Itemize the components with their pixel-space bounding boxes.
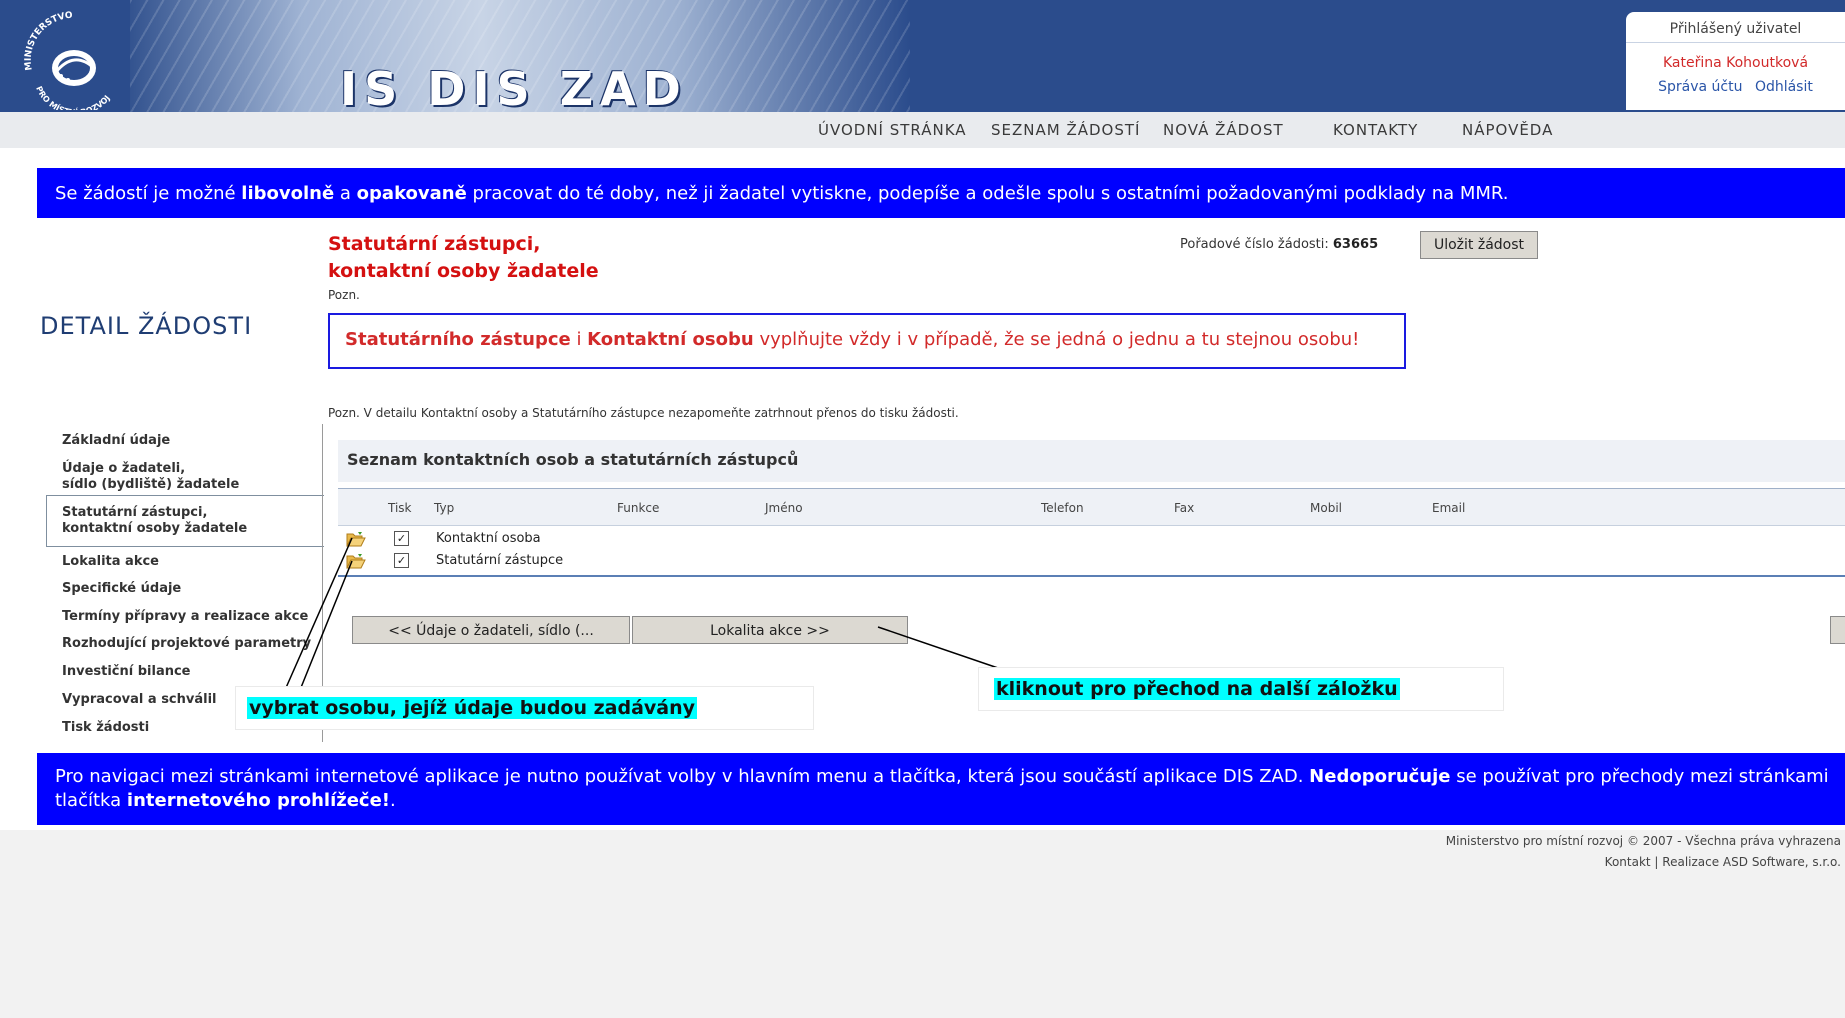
detail-note: Pozn. V detailu Kontaktní osoby a Statut… [328, 406, 959, 420]
annotation-next-tab: kliknout pro přechod na další záložku [994, 678, 1400, 700]
sidebar-item-specific-data[interactable]: Specifické údaje [62, 581, 181, 597]
partial-button[interactable] [1830, 616, 1845, 644]
column-header-function: Funkce [617, 501, 660, 515]
previous-tab-button[interactable]: << Údaje o žadateli, sídlo (... [352, 616, 630, 644]
user-box-divider [1626, 42, 1845, 43]
next-tab-button[interactable]: Lokalita akce >> [632, 616, 908, 644]
menu-request-list[interactable]: SEZNAM ŽÁDOSTÍ [991, 121, 1140, 139]
footer-copyright: Ministerstvo pro místní rozvoj © 2007 - … [1445, 834, 1841, 848]
sidebar-item-parameters[interactable]: Rozhodující projektové parametry [62, 636, 311, 652]
column-header-name: Jméno [765, 501, 803, 515]
open-folder-icon[interactable] [346, 553, 366, 569]
sidebar-item-print[interactable]: Tisk žádosti [62, 720, 149, 736]
sidebar-item-applicant-line2[interactable]: sídlo (bydliště) žadatele [62, 477, 239, 493]
print-checkbox[interactable]: ✓ [394, 553, 409, 568]
footer-links: Kontakt | Realizace ASD Software, s.r.o. [1605, 855, 1841, 869]
info-banner-text: Se žádostí je možné libovolně a opakovan… [55, 183, 1509, 204]
open-folder-icon[interactable] [346, 531, 366, 547]
order-number: Pořadové číslo žádosti: 63665 [1180, 237, 1379, 252]
table-header-row [338, 489, 1845, 526]
account-settings-link[interactable]: Správa účtu [1658, 79, 1742, 95]
sidebar-item-prepared-by[interactable]: Vypracoval a schválil [62, 692, 217, 708]
footer-realization: Realizace ASD Software, s.r.o. [1662, 855, 1841, 869]
sidebar-item-basic-data[interactable]: Základní údaje [62, 433, 170, 449]
sidebar-item-investment[interactable]: Investiční bilance [62, 664, 191, 680]
user-box-title: Přihlášený uživatel [1669, 21, 1802, 37]
row-type: Statutární zástupce [436, 553, 564, 568]
menu-contacts[interactable]: KONTAKTY [1333, 121, 1418, 139]
sidebar-item-location[interactable]: Lokalita akce [62, 554, 159, 570]
column-header-mobile: Mobil [1310, 501, 1342, 515]
footer [0, 830, 1845, 1018]
section-note: Pozn. [328, 288, 360, 302]
page-title: DETAIL ŽÁDOSTI [40, 312, 253, 340]
ministry-logo: MINISTERSTVO PRO MÍSTNÍ ROZVOJ [24, 11, 112, 110]
section-title-line2: kontaktní osoby žadatele [328, 260, 599, 282]
list-title: Seznam kontaktních osob a statutárních z… [347, 450, 799, 469]
user-name: Kateřina Kohoutková [1662, 55, 1809, 71]
column-header-print: Tisk [388, 501, 412, 515]
sidebar-item-applicant-line1[interactable]: Údaje o žadateli, [62, 461, 185, 477]
column-header-email: Email [1432, 501, 1466, 515]
app-title: IS DIS ZAD [340, 62, 688, 116]
menu-home[interactable]: ÚVODNÍ STRÁNKA [818, 121, 967, 139]
column-header-type: Typ [434, 501, 455, 515]
user-links: Správa účtu Odhlásit [1626, 79, 1845, 95]
section-title-line1: Statutární zástupci, [328, 233, 541, 255]
footer-separator: | [1650, 855, 1663, 869]
column-header-fax: Fax [1174, 501, 1195, 515]
svg-text:PRO MÍSTNÍ ROZVOJ: PRO MÍSTNÍ ROZVOJ [34, 85, 112, 110]
menu-help[interactable]: NÁPOVĚDA [1462, 121, 1553, 139]
sidebar-item-schedule[interactable]: Termíny přípravy a realizace akce [62, 609, 308, 625]
print-checkbox[interactable]: ✓ [394, 531, 409, 546]
sidebar-item-statutory-line1[interactable]: Statutární zástupci, [62, 505, 207, 521]
sidebar-item-statutory-line2[interactable]: kontaktní osoby žadatele [62, 521, 247, 537]
menu-new-request[interactable]: NOVÁ ŽÁDOST [1163, 121, 1284, 139]
annotation-select-person: vybrat osobu, jejíž údaje budou zadávány [247, 697, 698, 719]
logout-link[interactable]: Odhlásit [1755, 79, 1813, 95]
footer-contact-link[interactable]: Kontakt [1605, 855, 1651, 869]
row-type: Kontaktní osoba [436, 531, 541, 546]
column-header-phone: Telefon [1041, 501, 1084, 515]
navigation-warning-text: Pro navigaci mezi stránkami internetové … [55, 766, 1829, 811]
warning-text: Statutárního zástupce i Kontaktní osobu … [345, 329, 1360, 350]
save-request-button[interactable]: Uložit žádost [1420, 231, 1538, 259]
